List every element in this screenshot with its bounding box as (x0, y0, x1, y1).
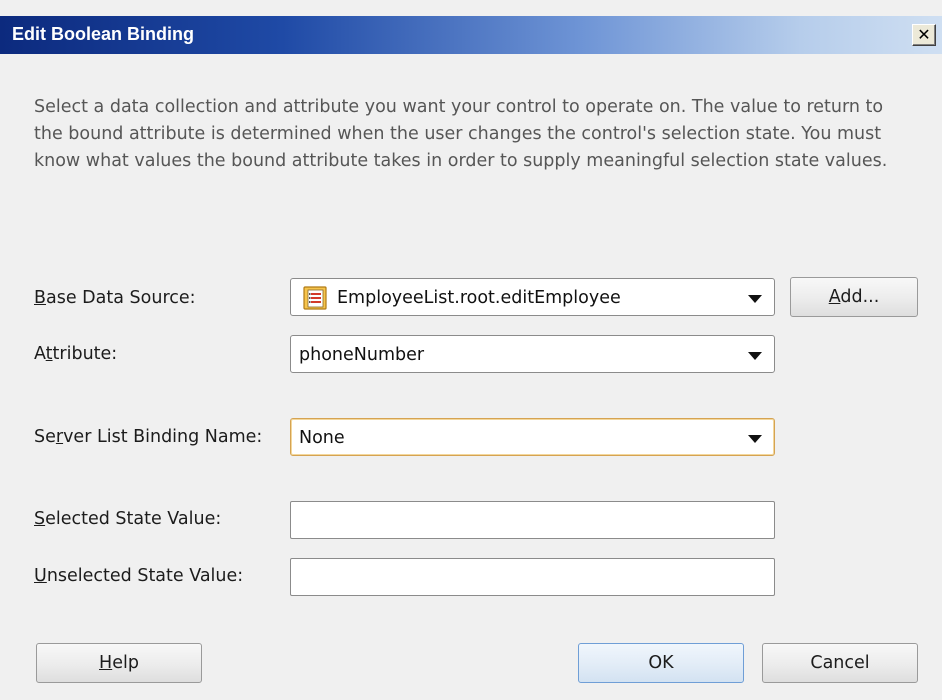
server-list-binding-name-label: Server List Binding Name: (34, 427, 263, 447)
close-icon: ✕ (917, 25, 931, 44)
unselected-state-value-input[interactable] (290, 558, 775, 596)
chevron-down-icon (748, 352, 762, 360)
attribute-dropdown[interactable]: phoneNumber (290, 335, 775, 373)
data-control-icon (303, 286, 327, 310)
dialog-title: Edit Boolean Binding (12, 24, 194, 44)
server-list-binding-name-dropdown[interactable]: None (290, 418, 775, 456)
cancel-button[interactable]: Cancel (762, 643, 918, 683)
title-bar[interactable]: Edit Boolean Binding ✕ (0, 16, 942, 54)
dialog-body: Select a data collection and attribute y… (0, 54, 942, 700)
ok-button[interactable]: OK (578, 643, 744, 683)
attribute-label: Attribute: (34, 344, 118, 364)
selected-state-value-label: Selected State Value: (34, 509, 222, 529)
attribute-value: phoneNumber (299, 345, 425, 365)
instructions-text: Select a data collection and attribute y… (34, 97, 888, 171)
selected-state-value-input[interactable] (290, 501, 775, 539)
base-data-source-label: Base Data Source: (34, 288, 196, 308)
chevron-down-icon (748, 295, 762, 303)
unselected-state-value-label: Unselected State Value: (34, 566, 244, 586)
server-list-binding-name-value: None (299, 428, 345, 448)
base-data-source-value: EmployeeList.root.editEmployee (337, 288, 621, 308)
close-button[interactable]: ✕ (912, 24, 936, 46)
add-button[interactable]: Add... (790, 277, 918, 317)
chevron-down-icon (748, 435, 762, 443)
edit-boolean-binding-dialog: Edit Boolean Binding ✕ Select a data col… (0, 0, 942, 700)
base-data-source-dropdown[interactable]: EmployeeList.root.editEmployee (290, 278, 775, 316)
help-button[interactable]: Help (36, 643, 202, 683)
